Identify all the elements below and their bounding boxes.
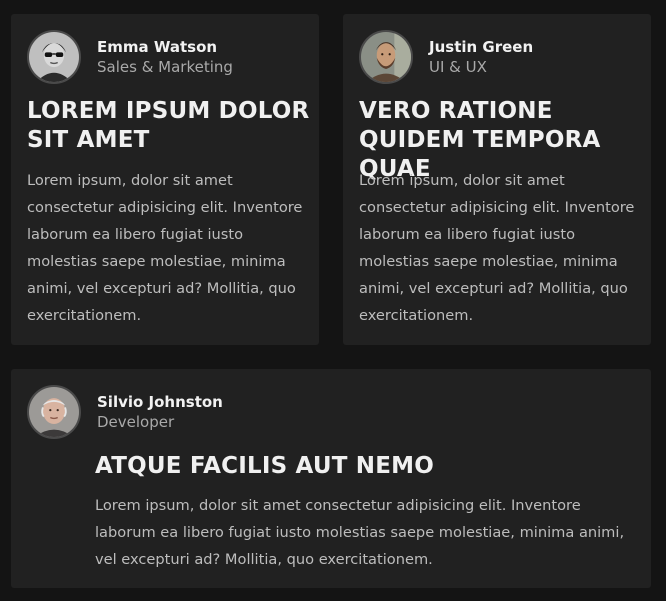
author-name: Emma Watson [97, 38, 218, 56]
author-block: Justin Green UI & UX [359, 30, 533, 84]
avatar-justin-icon [359, 30, 413, 84]
author-meta: Silvio Johnston Developer [97, 392, 223, 432]
author-name: Silvio Johnston [97, 393, 223, 411]
card-title: LOREM IPSUM DOLOR SIT AMET [27, 98, 310, 153]
author-block: Silvio Johnston Developer [27, 385, 223, 439]
author-role: Developer [97, 413, 175, 431]
card-title: ATQUE FACILIS AUT NEMO [95, 453, 435, 479]
card-body: Lorem ipsum, dolor sit amet consectetur … [359, 172, 635, 324]
author-block: Emma Watson Sales & Marketing [27, 30, 233, 84]
testimonial-card-justin: Justin Green UI & UX VERO RATIONE QUIDEM… [343, 14, 651, 345]
author-role: Sales & Marketing [97, 58, 233, 76]
author-meta: Justin Green UI & UX [429, 37, 533, 77]
author-role: UI & UX [429, 58, 487, 76]
testimonial-card-silvio: Silvio Johnston Developer ATQUE FACILIS … [11, 369, 651, 588]
card-body: Lorem ipsum, dolor sit amet consectetur … [27, 172, 303, 324]
card-body: Lorem ipsum, dolor sit amet consectetur … [95, 497, 625, 568]
author-meta: Emma Watson Sales & Marketing [97, 37, 233, 77]
avatar-emma-icon [27, 30, 81, 84]
avatar-silvio-icon [27, 385, 81, 439]
testimonial-card-emma: Emma Watson Sales & Marketing LOREM IPSU… [11, 14, 319, 345]
author-name: Justin Green [429, 38, 534, 56]
